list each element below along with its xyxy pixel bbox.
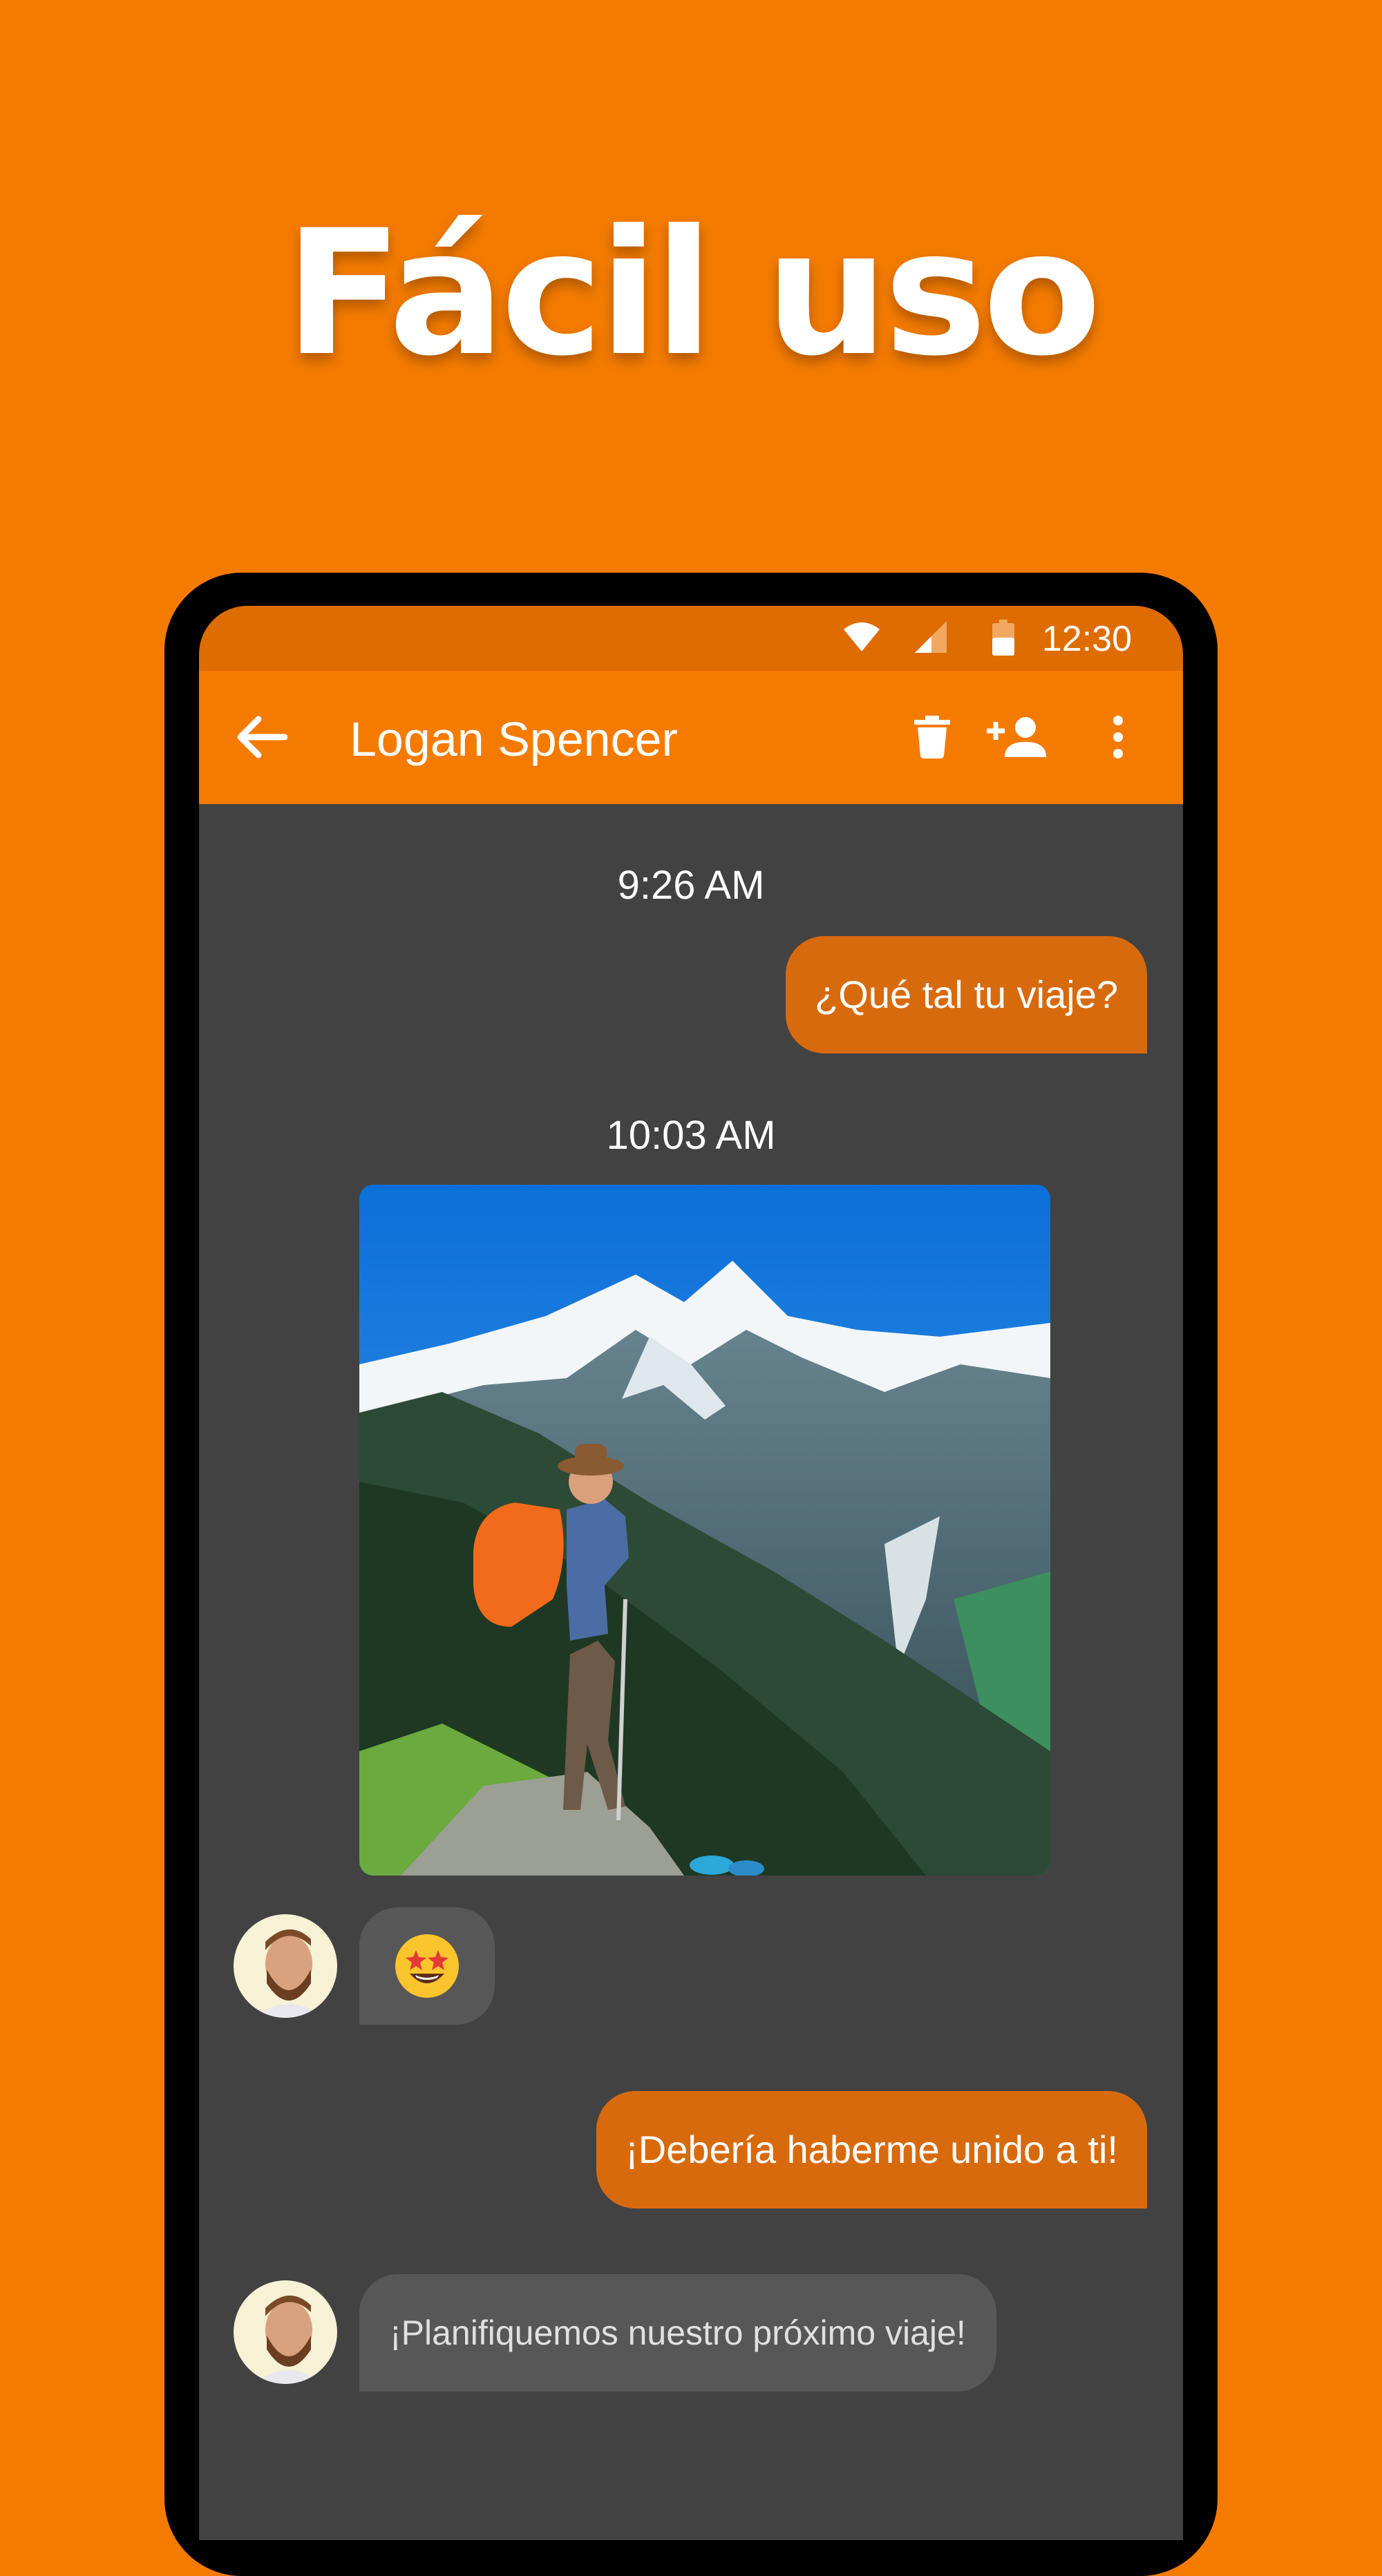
message-timestamp: 9:26 AM xyxy=(617,863,765,908)
outgoing-message[interactable]: ¡Debería haberme unido a ti! xyxy=(596,2091,1147,2208)
battery-icon xyxy=(992,620,1014,656)
avatar[interactable] xyxy=(234,2280,337,2384)
more-options-icon xyxy=(1113,716,1123,759)
back-button[interactable] xyxy=(227,703,296,772)
signal-icon xyxy=(915,621,947,653)
headline: Fácil uso xyxy=(285,193,1101,394)
status-time: 12:30 xyxy=(1041,619,1132,659)
hiker-mountain-photo[interactable] xyxy=(359,1185,1050,1876)
outgoing-message[interactable]: ¿Qué tal tu viaje? xyxy=(786,936,1147,1053)
hiker-mountain-image xyxy=(359,1185,1050,1876)
more-options-button[interactable] xyxy=(1083,703,1153,772)
status-bar: 12:30 xyxy=(199,606,1183,671)
incoming-message[interactable]: ¡Planifiquemos nuestro próximo viaje! xyxy=(359,2274,996,2392)
back-arrow-icon xyxy=(237,716,287,759)
wifi-icon xyxy=(844,622,880,651)
contact-avatar-image xyxy=(234,2280,337,2384)
app-bar: Logan Spencer xyxy=(199,671,1183,804)
delete-icon xyxy=(914,716,950,759)
star-struck-emoji-icon xyxy=(395,1934,459,1998)
delete-button[interactable] xyxy=(898,703,967,772)
add-person-button[interactable] xyxy=(983,703,1052,772)
avatar[interactable] xyxy=(234,1914,337,2018)
phone-screen: 12:30 Logan Spencer 9:26 AM ¿Qué tal tu … xyxy=(199,606,1183,2540)
star-struck-emoji-message[interactable] xyxy=(359,1907,495,2025)
add-person-icon xyxy=(987,717,1046,757)
message-timestamp: 10:03 AM xyxy=(606,1113,776,1158)
contact-name[interactable]: Logan Spencer xyxy=(350,712,678,766)
contact-avatar-image xyxy=(234,1914,337,2018)
